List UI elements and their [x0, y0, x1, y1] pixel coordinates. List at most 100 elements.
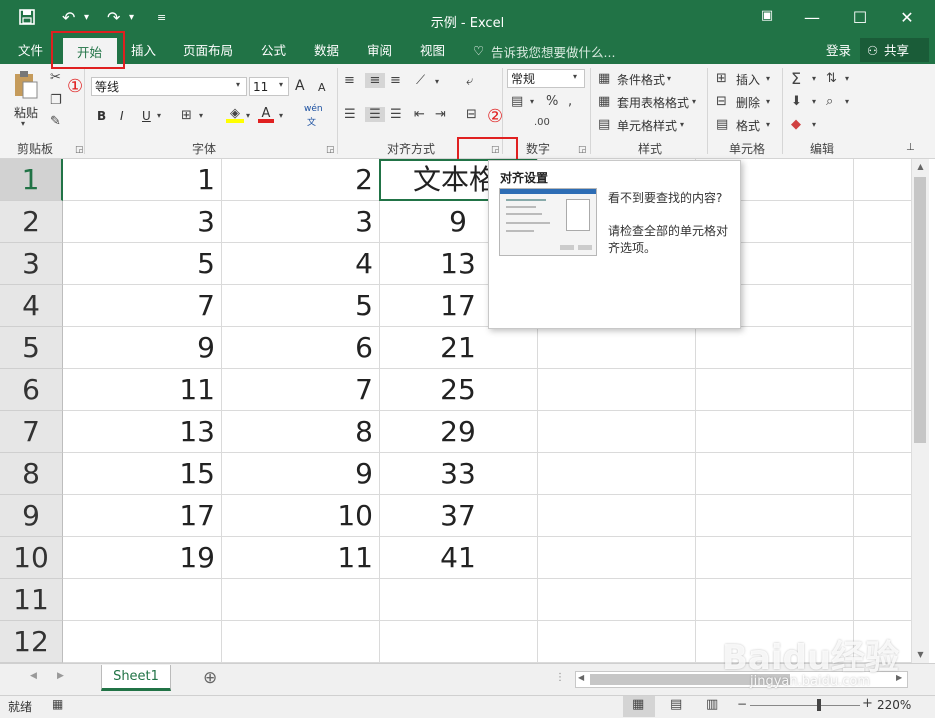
row-header[interactable]: 3 — [0, 243, 63, 285]
accounting-dropdown-icon[interactable]: ▾ — [530, 97, 534, 106]
pin-ribbon-icon[interactable]: ⊥ — [906, 142, 915, 153]
sign-in-link[interactable]: 登录 — [826, 42, 851, 60]
format-cells-icon[interactable]: ▤ — [716, 117, 728, 132]
autosum-dropdown-icon[interactable]: ▾ — [812, 74, 816, 83]
font-color-dropdown-icon[interactable]: ▾ — [279, 111, 283, 120]
cell-styles-icon[interactable]: ▤ — [598, 117, 610, 132]
next-sheet-icon[interactable]: ▶ — [57, 671, 64, 681]
bottom-align-icon[interactable]: ≡ — [390, 73, 401, 88]
cell-a10[interactable]: 19 — [63, 537, 215, 579]
cell-c7[interactable]: 29 — [379, 411, 537, 453]
format-dropdown-icon[interactable]: ▾ — [766, 120, 770, 129]
page-layout-view-icon[interactable]: ▤ — [670, 697, 682, 712]
delete-cells-icon[interactable]: ⊟ — [716, 94, 727, 109]
conditional-formatting-dropdown-icon[interactable]: ▾ — [667, 74, 671, 83]
clear-icon[interactable]: ◆ — [791, 117, 801, 132]
cell-a8[interactable]: 15 — [63, 453, 215, 495]
row-header[interactable]: 7 — [0, 411, 63, 453]
sort-filter-icon[interactable]: ⇅ — [826, 71, 837, 86]
scroll-left-icon[interactable]: ◀ — [578, 673, 584, 682]
underline-button[interactable]: U — [142, 109, 151, 123]
cell-a7[interactable]: 13 — [63, 411, 215, 453]
cell-b8[interactable]: 9 — [221, 453, 373, 495]
cell-c5[interactable]: 21 — [379, 327, 537, 369]
font-color-icon[interactable]: A — [258, 106, 274, 123]
cell-b10[interactable]: 11 — [221, 537, 373, 579]
row-header[interactable]: 1 — [0, 159, 63, 201]
tab-formulas[interactable]: 公式 — [261, 42, 286, 60]
phonetic-guide-button[interactable]: wén — [304, 104, 323, 114]
tell-me-search[interactable]: 告诉我您想要做什么... — [491, 42, 615, 61]
new-sheet-button[interactable]: ⊕ — [203, 668, 217, 688]
hscroll-split-icon[interactable]: ⋮ — [555, 672, 565, 683]
bold-button[interactable]: B — [97, 109, 106, 123]
cell-b9[interactable]: 10 — [221, 495, 373, 537]
cell-b4[interactable]: 5 — [221, 285, 373, 327]
conditional-formatting-icon[interactable]: ▦ — [598, 71, 610, 86]
delete-cells-button[interactable]: 删除 — [736, 94, 760, 111]
grow-font-button[interactable]: A — [295, 78, 305, 94]
format-as-table-button[interactable]: 套用表格格式 — [617, 94, 689, 111]
font-size-dropdown-icon[interactable]: ▾ — [279, 80, 283, 89]
cell-b7[interactable]: 8 — [221, 411, 373, 453]
zoom-in-icon[interactable]: + — [862, 696, 873, 711]
find-select-icon[interactable]: ⌕ — [826, 94, 833, 109]
format-as-table-dropdown-icon[interactable]: ▾ — [692, 97, 696, 106]
shrink-font-button[interactable]: A — [318, 81, 326, 94]
tab-insert[interactable]: 插入 — [131, 42, 156, 60]
cell-b1[interactable]: 2 — [221, 159, 373, 201]
sort-filter-dropdown-icon[interactable]: ▾ — [845, 74, 849, 83]
paste-button[interactable]: 粘贴 — [14, 104, 38, 121]
cell-b11[interactable] — [221, 579, 373, 621]
borders-dropdown-icon[interactable]: ▾ — [199, 111, 203, 120]
merge-center-icon[interactable]: ⊟ — [466, 107, 477, 122]
number-format-dropdown-icon[interactable]: ▾ — [573, 72, 577, 81]
macro-record-icon[interactable]: ▦ — [52, 697, 63, 711]
orientation-dropdown-icon[interactable]: ▾ — [435, 77, 439, 86]
accounting-format-icon[interactable]: ▤ — [511, 94, 523, 109]
fill-dropdown-icon[interactable]: ▾ — [812, 97, 816, 106]
cell-a5[interactable]: 9 — [63, 327, 215, 369]
italic-button[interactable]: I — [120, 109, 124, 123]
cell-b3[interactable]: 4 — [221, 243, 373, 285]
fill-icon[interactable]: ⬇ — [791, 94, 802, 109]
cell-a4[interactable]: 7 — [63, 285, 215, 327]
row-header[interactable]: 10 — [0, 537, 63, 579]
font-launcher-icon[interactable]: ◲ — [326, 145, 335, 155]
middle-align-icon[interactable]: ≡ — [365, 73, 385, 88]
fill-color-dropdown-icon[interactable]: ▾ — [246, 111, 250, 120]
tab-review[interactable]: 审阅 — [367, 42, 392, 60]
cell-c12[interactable] — [379, 621, 537, 663]
row-header[interactable]: 5 — [0, 327, 63, 369]
cell-c8[interactable]: 33 — [379, 453, 537, 495]
cell-a11[interactable] — [63, 579, 215, 621]
cell-b12[interactable] — [221, 621, 373, 663]
cell-a1[interactable]: 1 — [63, 159, 215, 201]
tab-view[interactable]: 视图 — [420, 42, 445, 60]
insert-cells-button[interactable]: 插入 — [736, 71, 760, 88]
row-header[interactable]: 12 — [0, 621, 63, 663]
increase-indent-icon[interactable]: ⇥ — [435, 107, 446, 122]
orientation-icon[interactable]: ⟋ — [416, 73, 425, 88]
top-align-icon[interactable]: ≡ — [344, 73, 355, 88]
font-name-combobox[interactable]: 等线 — [91, 77, 247, 96]
clear-dropdown-icon[interactable]: ▾ — [812, 120, 816, 129]
cell-b5[interactable]: 6 — [221, 327, 373, 369]
autosum-icon[interactable]: Σ — [791, 69, 801, 88]
zoom-slider[interactable] — [750, 705, 860, 706]
wrap-text-icon[interactable]: ⤶ — [466, 74, 473, 89]
format-painter-icon[interactable]: ✎ — [50, 114, 61, 129]
row-header[interactable]: 8 — [0, 453, 63, 495]
row-header[interactable]: 11 — [0, 579, 63, 621]
find-select-dropdown-icon[interactable]: ▾ — [845, 97, 849, 106]
underline-dropdown-icon[interactable]: ▾ — [157, 111, 161, 120]
cell-styles-dropdown-icon[interactable]: ▾ — [680, 120, 684, 129]
cut-icon[interactable]: ✂ — [50, 70, 61, 85]
zoom-slider-thumb[interactable] — [817, 699, 821, 711]
number-launcher-icon[interactable]: ◲ — [578, 145, 587, 155]
cell-a3[interactable]: 5 — [63, 243, 215, 285]
ribbon-display-icon[interactable]: ▣ — [752, 8, 782, 23]
fill-color-icon[interactable]: ◈ — [226, 106, 244, 123]
row-header[interactable]: 2 — [0, 201, 63, 243]
cell-a6[interactable]: 11 — [63, 369, 215, 411]
